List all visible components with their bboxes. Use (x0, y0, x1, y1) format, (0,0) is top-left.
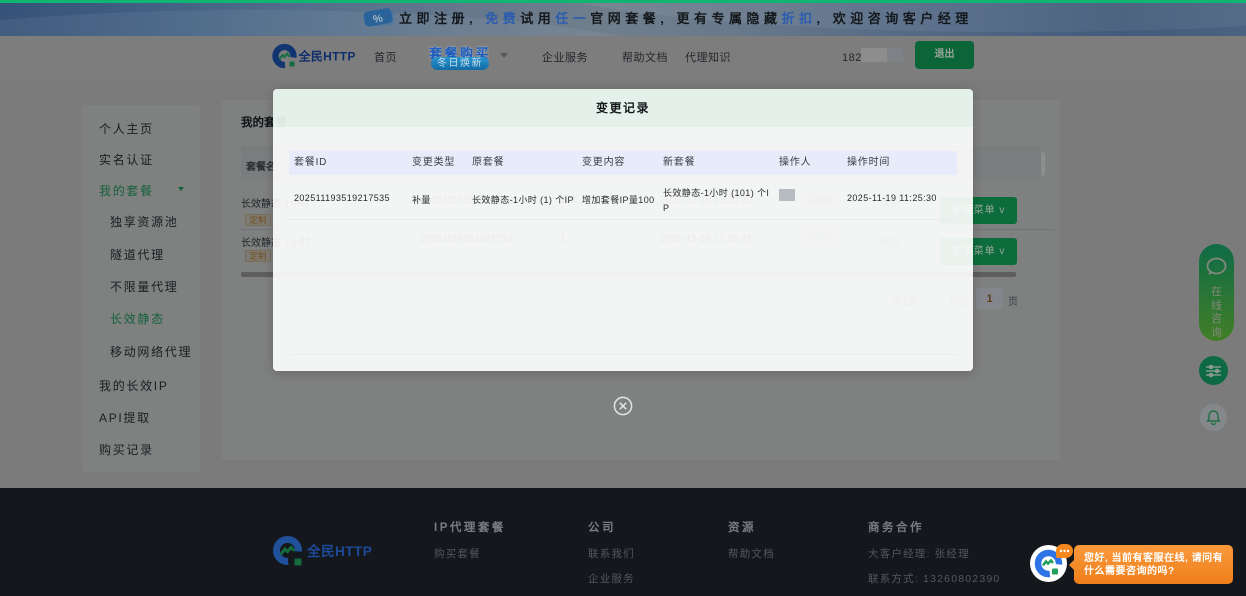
svg-text:全民HTTP: 全民HTTP (298, 49, 356, 64)
svg-text:全民HTTP: 全民HTTP (306, 543, 372, 559)
